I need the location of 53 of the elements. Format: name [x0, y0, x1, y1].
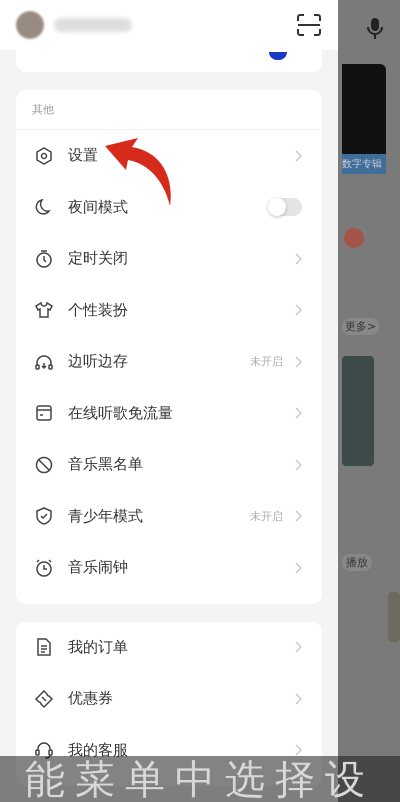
album-label: 数字专辑 [342, 154, 386, 174]
menu-item[interactable]: 音乐闹钟 [16, 542, 322, 594]
chevron-right-icon [295, 641, 302, 654]
menu-label: 音乐黑名单 [68, 455, 143, 474]
ban-icon [34, 454, 54, 475]
section-title: 其他 [16, 90, 322, 130]
menu-label: 优惠券 [68, 689, 113, 708]
chevron-right-icon [295, 304, 302, 316]
avatar[interactable] [16, 11, 44, 39]
menu-label: 夜间模式 [68, 198, 128, 217]
photo-placeholder [388, 592, 400, 642]
chevron-right-icon [295, 510, 302, 522]
shield-icon [34, 506, 54, 526]
menu-item[interactable]: 优惠券 [16, 673, 322, 724]
chevron-right-icon [295, 744, 302, 756]
timer-icon [34, 248, 54, 269]
menu-item[interactable]: 定时关闭 [16, 233, 322, 284]
chevron-right-icon [295, 356, 302, 368]
menu-label: 定时关闭 [68, 249, 128, 268]
alarm-icon [34, 558, 54, 578]
menu-item[interactable]: 我的订单 [16, 622, 322, 673]
menu-item[interactable]: 个性装扮 [16, 284, 322, 336]
menu-label: 个性装扮 [68, 300, 128, 320]
microphone-icon[interactable] [366, 16, 384, 40]
menu-label: 边听边存 [68, 352, 128, 372]
play-button[interactable]: 播放 [342, 554, 372, 571]
menu-item[interactable]: 在线听歌免流量 [16, 388, 322, 439]
chevron-right-icon [295, 252, 302, 265]
menu-label: 青少年模式 [68, 506, 143, 526]
chevron-right-icon [295, 458, 302, 471]
status-text: 未开启 [250, 508, 283, 524]
service-icon [34, 740, 54, 760]
menu-label: 设置 [68, 146, 98, 166]
menu-label: 在线听歌免流量 [68, 404, 173, 423]
more-link[interactable]: 更多> [342, 318, 380, 335]
menu-item[interactable]: 青少年模式 未开启 [16, 490, 322, 542]
menu-item[interactable]: 夜间模式 [16, 182, 322, 233]
menu-label: 我的订单 [68, 638, 128, 657]
chevron-right-icon [295, 407, 302, 420]
shirt-icon [34, 300, 54, 320]
toggle-switch[interactable] [268, 198, 302, 216]
scan-icon[interactable] [296, 13, 322, 37]
card-icon [34, 403, 54, 424]
chevron-right-icon [295, 562, 302, 574]
status-text: 未开启 [250, 354, 283, 370]
menu-item[interactable]: 边听边存 未开启 [16, 336, 322, 388]
chevron-right-icon [295, 692, 302, 705]
ticket-icon [34, 688, 54, 709]
menu-label: 音乐闹钟 [68, 558, 128, 578]
chevron-right-icon [295, 150, 302, 162]
hex-icon [34, 146, 54, 166]
menu-item[interactable]: 音乐黑名单 [16, 439, 322, 490]
menu-item[interactable]: 设置 [16, 130, 322, 182]
